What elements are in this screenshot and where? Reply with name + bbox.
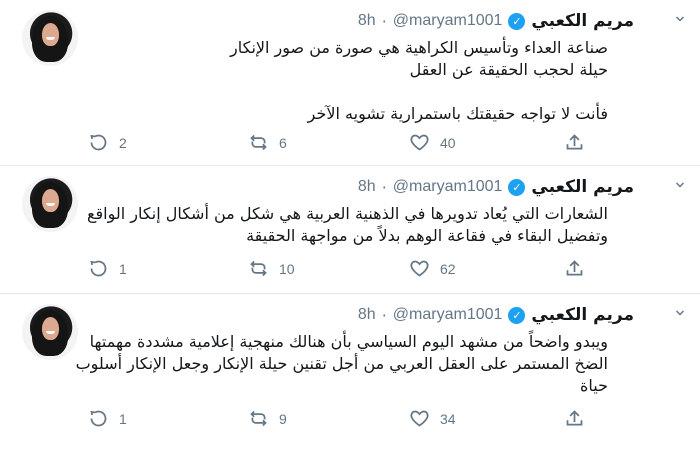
author-handle[interactable]: @maryam1001 — [393, 12, 503, 30]
tweet-line: وتفضيل البقاء في فقاعة الوهم بدلاً من مو… — [246, 226, 608, 245]
author-name[interactable]: مريم الكعبي — [531, 11, 634, 31]
tweet-line: الضخ المستمر على العقل العربي من أجل تقن… — [75, 354, 608, 373]
tweet-text: الشعارات التي يُعاد تدويرها في الذهنية ا… — [8, 203, 608, 247]
separator-dot: · — [381, 177, 387, 197]
reply-count: 2 — [119, 134, 127, 151]
share-button[interactable] — [564, 258, 585, 279]
retweet-count: 9 — [279, 410, 287, 427]
reply-count: 1 — [119, 260, 127, 277]
like-count: 62 — [440, 260, 456, 277]
reply-icon — [90, 410, 107, 427]
verified-badge-icon: ✓ — [508, 178, 526, 196]
chevron-down-icon[interactable] — [668, 173, 692, 197]
like-button[interactable]: 62 — [409, 258, 456, 279]
author-name[interactable]: مريم الكعبي — [531, 177, 634, 197]
share-icon — [566, 134, 583, 150]
retweet-button[interactable]: 9 — [248, 408, 287, 429]
like-button[interactable]: 40 — [409, 132, 456, 153]
tweet-line — [8, 81, 608, 103]
reply-count: 1 — [119, 410, 127, 427]
reply-button[interactable]: 1 — [88, 408, 127, 429]
retweet-count: 10 — [279, 260, 295, 277]
heart-icon — [410, 134, 429, 151]
author-name[interactable]: مريم الكعبي — [531, 305, 634, 325]
tweet-text: ويبدو واضحاً من مشهد اليوم السياسي بأن ه… — [8, 331, 608, 397]
tweet-time[interactable]: 8h — [358, 178, 376, 196]
tweet-item[interactable]: مريم الكعبي ✓ @maryam1001 · 8h ويبدو واض… — [0, 294, 700, 449]
author-handle[interactable]: @maryam1001 — [393, 178, 503, 196]
tweet-actions: 2 6 40 — [88, 132, 608, 156]
tweet-item[interactable]: مريم الكعبي ✓ @maryam1001 · 8h الشعارات … — [0, 166, 700, 294]
share-icon — [566, 260, 583, 276]
tweet-time[interactable]: 8h — [358, 12, 376, 30]
separator-dot: · — [381, 11, 387, 31]
tweet-line: حياة — [580, 376, 608, 395]
tweet-actions: 1 10 62 — [88, 258, 608, 282]
retweet-icon — [250, 260, 267, 277]
tweet-text: صناعة العداء وتأسيس الكراهية هي صورة من … — [8, 37, 608, 125]
tweet-line: فأنت لا تواجه حقيقتك باستمرارية تشويه ال… — [307, 104, 608, 123]
retweet-icon — [250, 134, 267, 151]
like-button[interactable]: 34 — [409, 408, 456, 429]
tweet-line: حيلة لحجب الحقيقة عن العقل — [409, 60, 608, 79]
reply-button[interactable]: 1 — [88, 258, 127, 279]
tweet-header: مريم الكعبي ✓ @maryam1001 · 8h — [92, 177, 634, 197]
share-icon — [566, 410, 583, 426]
like-count: 40 — [440, 134, 456, 151]
tweet-header: مريم الكعبي ✓ @maryam1001 · 8h — [92, 11, 634, 31]
tweet-line: صناعة العداء وتأسيس الكراهية هي صورة من … — [230, 38, 608, 57]
retweet-count: 6 — [279, 134, 287, 151]
tweet-header: مريم الكعبي ✓ @maryam1001 · 8h — [92, 305, 634, 325]
retweet-button[interactable]: 6 — [248, 132, 287, 153]
tweet-item[interactable]: مريم الكعبي ✓ @maryam1001 · 8h صناعة الع… — [0, 0, 700, 166]
author-handle[interactable]: @maryam1001 — [393, 306, 503, 324]
tweet-line: الشعارات التي يُعاد تدويرها في الذهنية ا… — [87, 204, 608, 223]
retweet-icon — [250, 410, 267, 427]
chevron-down-icon[interactable] — [668, 301, 692, 325]
heart-icon — [410, 260, 429, 277]
tweet-timeline: مريم الكعبي ✓ @maryam1001 · 8h صناعة الع… — [0, 0, 700, 449]
retweet-button[interactable]: 10 — [248, 258, 295, 279]
reply-icon — [90, 134, 107, 151]
heart-icon — [410, 410, 429, 427]
reply-button[interactable]: 2 — [88, 132, 127, 153]
verified-badge-icon: ✓ — [508, 12, 526, 30]
tweet-actions: 1 9 34 — [88, 408, 608, 432]
tweet-time[interactable]: 8h — [358, 306, 376, 324]
share-button[interactable] — [564, 408, 585, 429]
reply-icon — [90, 260, 107, 277]
verified-badge-icon: ✓ — [508, 306, 526, 324]
share-button[interactable] — [564, 132, 585, 153]
tweet-line: ويبدو واضحاً من مشهد اليوم السياسي بأن ه… — [89, 332, 608, 351]
separator-dot: · — [381, 305, 387, 325]
like-count: 34 — [440, 410, 456, 427]
chevron-down-icon[interactable] — [668, 7, 692, 31]
